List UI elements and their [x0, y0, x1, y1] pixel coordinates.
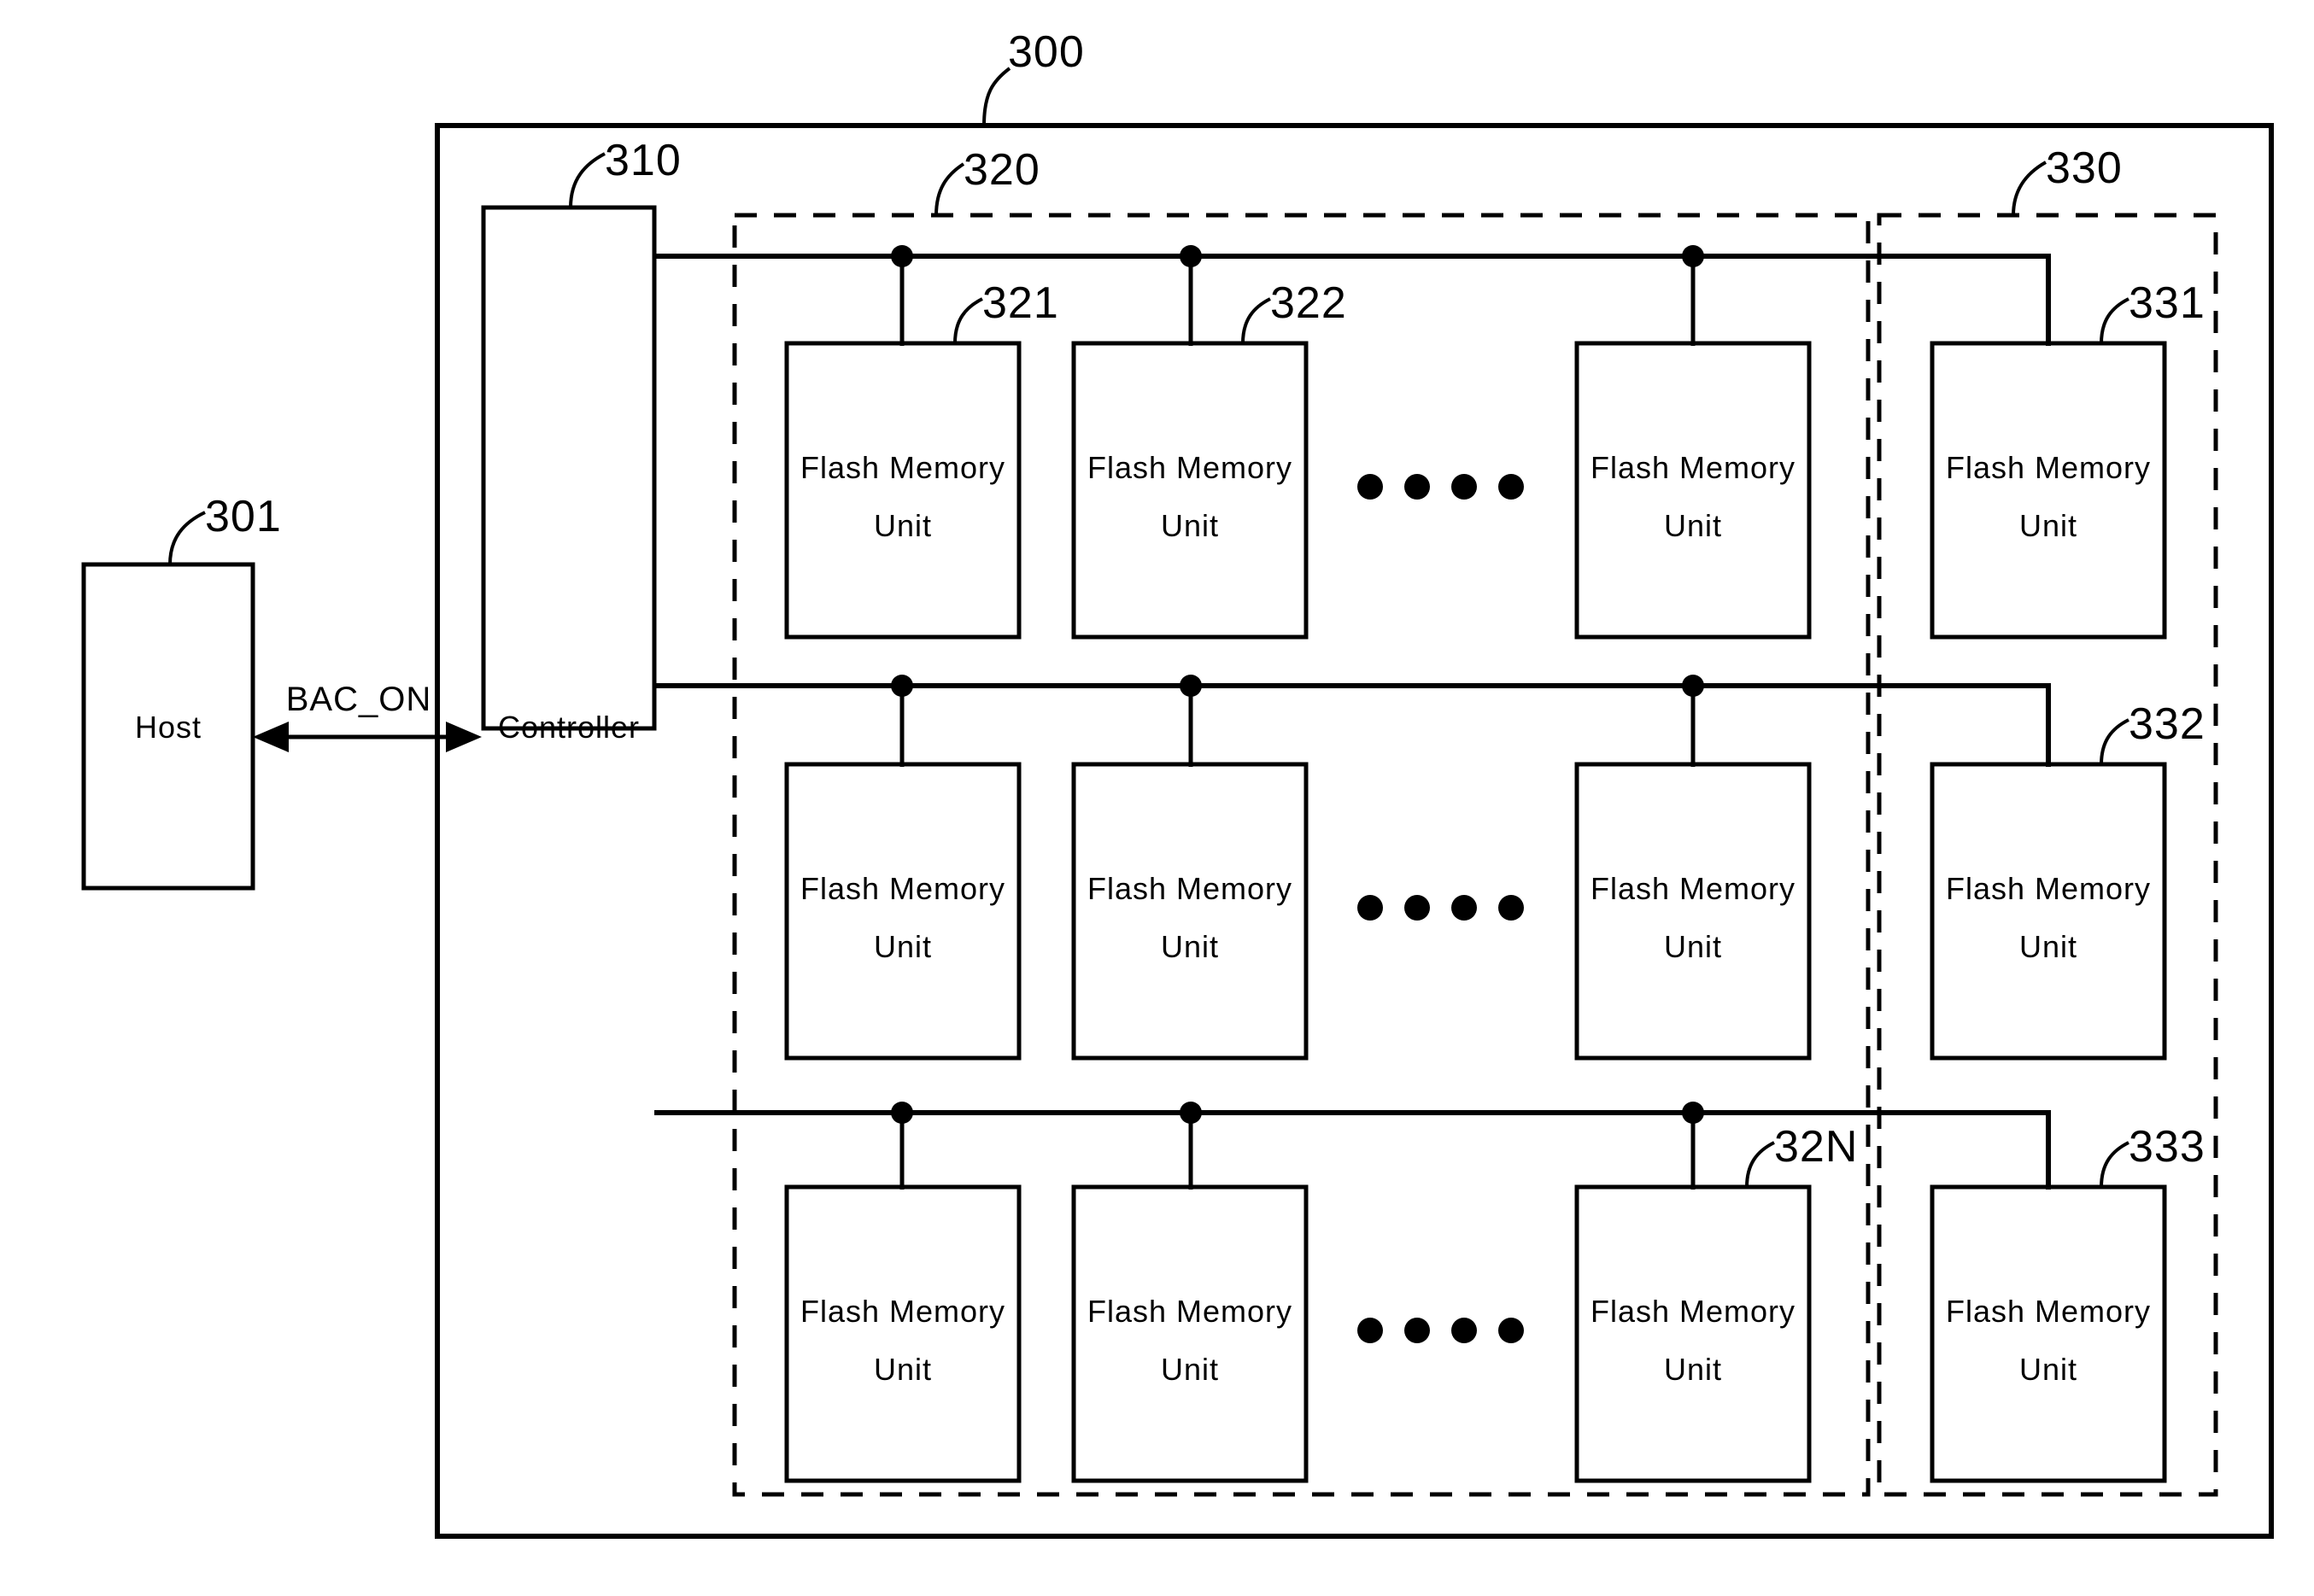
block-diagram: 300 301 Host BAC_ON 310 Controller 320 3… — [81, 27, 2274, 1539]
ref-num-331: 331 — [2129, 278, 2206, 328]
flash-unit-r3c3 — [1574, 1184, 1812, 1483]
flash-unit-r2c1-line1: Flash Memory — [800, 871, 1005, 906]
ref-num-330: 330 — [2046, 143, 2123, 193]
ellipsis-dot-r1-2 — [1404, 474, 1430, 500]
flash-unit-r3c1 — [784, 1184, 1022, 1483]
flash-unit-r2c3-line2: Unit — [1664, 929, 1722, 964]
leader-line-310 — [569, 152, 606, 208]
signal-label-bac-on: BAC_ON — [286, 681, 432, 718]
flash-unit-r2c3-line1: Flash Memory — [1591, 871, 1796, 906]
flash-unit-r1c3-line2: Unit — [1664, 508, 1722, 543]
ellipsis-dot-r2-2 — [1404, 895, 1430, 921]
ellipsis-dot-r1-1 — [1357, 474, 1383, 500]
figure-canvas: 300 301 Host BAC_ON 310 Controller 320 3… — [0, 0, 2314, 1596]
ref-num-320: 320 — [964, 145, 1040, 195]
leader-line-320 — [934, 162, 965, 216]
flash-unit-r1c2-line1: Flash Memory — [1087, 450, 1292, 485]
flash-unit-r1c4-line2: Unit — [2019, 508, 2077, 543]
leader-line-321 — [953, 297, 983, 344]
bus-line-row-1 — [654, 254, 2051, 346]
flash-unit-r1c1-line1: Flash Memory — [800, 450, 1005, 485]
arrow-head-left-icon — [253, 722, 289, 752]
junction-dot-r2c1 — [891, 675, 913, 697]
leader-line-331 — [2100, 297, 2129, 344]
flash-unit-r2c4-line1: Flash Memory — [1946, 871, 2151, 906]
flash-unit-r3c2-line2: Unit — [1161, 1352, 1219, 1387]
flash-unit-r2c2-line1: Flash Memory — [1087, 871, 1292, 906]
ref-num-300: 300 — [1008, 27, 1085, 77]
flash-unit-r2c4 — [1930, 762, 2167, 1061]
controller-label: Controller — [498, 710, 640, 745]
ellipsis-dot-r3-1 — [1357, 1318, 1383, 1343]
arrow-head-right-icon — [446, 722, 482, 752]
flash-unit-r2c1 — [784, 762, 1022, 1061]
ellipsis-dot-r2-1 — [1357, 895, 1383, 921]
flash-unit-r3c1-line1: Flash Memory — [800, 1294, 1005, 1329]
ellipsis-dot-r2-4 — [1498, 895, 1524, 921]
host-label: Host — [135, 710, 202, 745]
junction-dot-r1c2 — [1180, 245, 1202, 267]
ref-num-310: 310 — [605, 136, 682, 185]
flash-unit-r1c2-line2: Unit — [1161, 508, 1219, 543]
leader-line-322 — [1241, 297, 1271, 344]
flash-unit-r3c4 — [1930, 1184, 2167, 1483]
flash-unit-r3c2-line1: Flash Memory — [1087, 1294, 1292, 1329]
ref-num-32N: 32N — [1774, 1122, 1858, 1172]
flash-unit-r3c3-line1: Flash Memory — [1591, 1294, 1796, 1329]
ref-num-322: 322 — [1270, 278, 1347, 328]
junction-dot-r2c3 — [1682, 675, 1704, 697]
flash-unit-r1c3-line1: Flash Memory — [1591, 450, 1796, 485]
bus-line-row-2 — [654, 683, 2051, 767]
leader-line-333 — [2100, 1141, 2129, 1188]
leader-line-300 — [982, 67, 1011, 126]
flash-unit-r1c1-line2: Unit — [874, 508, 932, 543]
flash-unit-r1c3 — [1574, 341, 1812, 640]
flash-unit-r1c2 — [1071, 341, 1309, 640]
junction-dot-r3c2 — [1180, 1102, 1202, 1124]
flash-unit-r2c1-line2: Unit — [874, 929, 932, 964]
ellipsis-dot-r2-3 — [1451, 895, 1477, 921]
ellipsis-dot-r3-4 — [1498, 1318, 1524, 1343]
junction-dot-r2c2 — [1180, 675, 1202, 697]
flash-unit-r1c4 — [1930, 341, 2167, 640]
flash-unit-r3c3-line2: Unit — [1664, 1352, 1722, 1387]
ellipsis-dot-r1-4 — [1498, 474, 1524, 500]
flash-unit-r1c1 — [784, 341, 1022, 640]
flash-unit-r2c2 — [1071, 762, 1309, 1061]
ref-num-301: 301 — [205, 492, 282, 541]
flash-unit-r3c4-line1: Flash Memory — [1946, 1294, 2151, 1329]
flash-unit-r3c4-line2: Unit — [2019, 1352, 2077, 1387]
ref-num-321: 321 — [982, 278, 1059, 328]
flash-unit-r3c1-line2: Unit — [874, 1352, 932, 1387]
ref-num-332: 332 — [2129, 699, 2206, 749]
flash-unit-r2c3 — [1574, 762, 1812, 1061]
leader-line-301 — [168, 511, 206, 565]
flash-unit-r2c4-line2: Unit — [2019, 929, 2077, 964]
ellipsis-dot-r3-3 — [1451, 1318, 1477, 1343]
ellipsis-dot-r1-3 — [1451, 474, 1477, 500]
flash-unit-r3c2 — [1071, 1184, 1309, 1483]
controller-box — [481, 205, 657, 731]
ref-num-333: 333 — [2129, 1122, 2206, 1172]
ellipsis-dot-r3-2 — [1404, 1318, 1430, 1343]
flash-unit-r2c2-line2: Unit — [1161, 929, 1219, 964]
junction-dot-r3c3 — [1682, 1102, 1704, 1124]
flash-unit-r1c4-line1: Flash Memory — [1946, 450, 2151, 485]
junction-dot-r1c1 — [891, 245, 913, 267]
leader-line-32N — [1745, 1141, 1775, 1188]
junction-dot-r1c3 — [1682, 245, 1704, 267]
leader-line-330 — [2012, 161, 2047, 216]
junction-dot-r3c1 — [891, 1102, 913, 1124]
leader-line-332 — [2100, 718, 2129, 765]
